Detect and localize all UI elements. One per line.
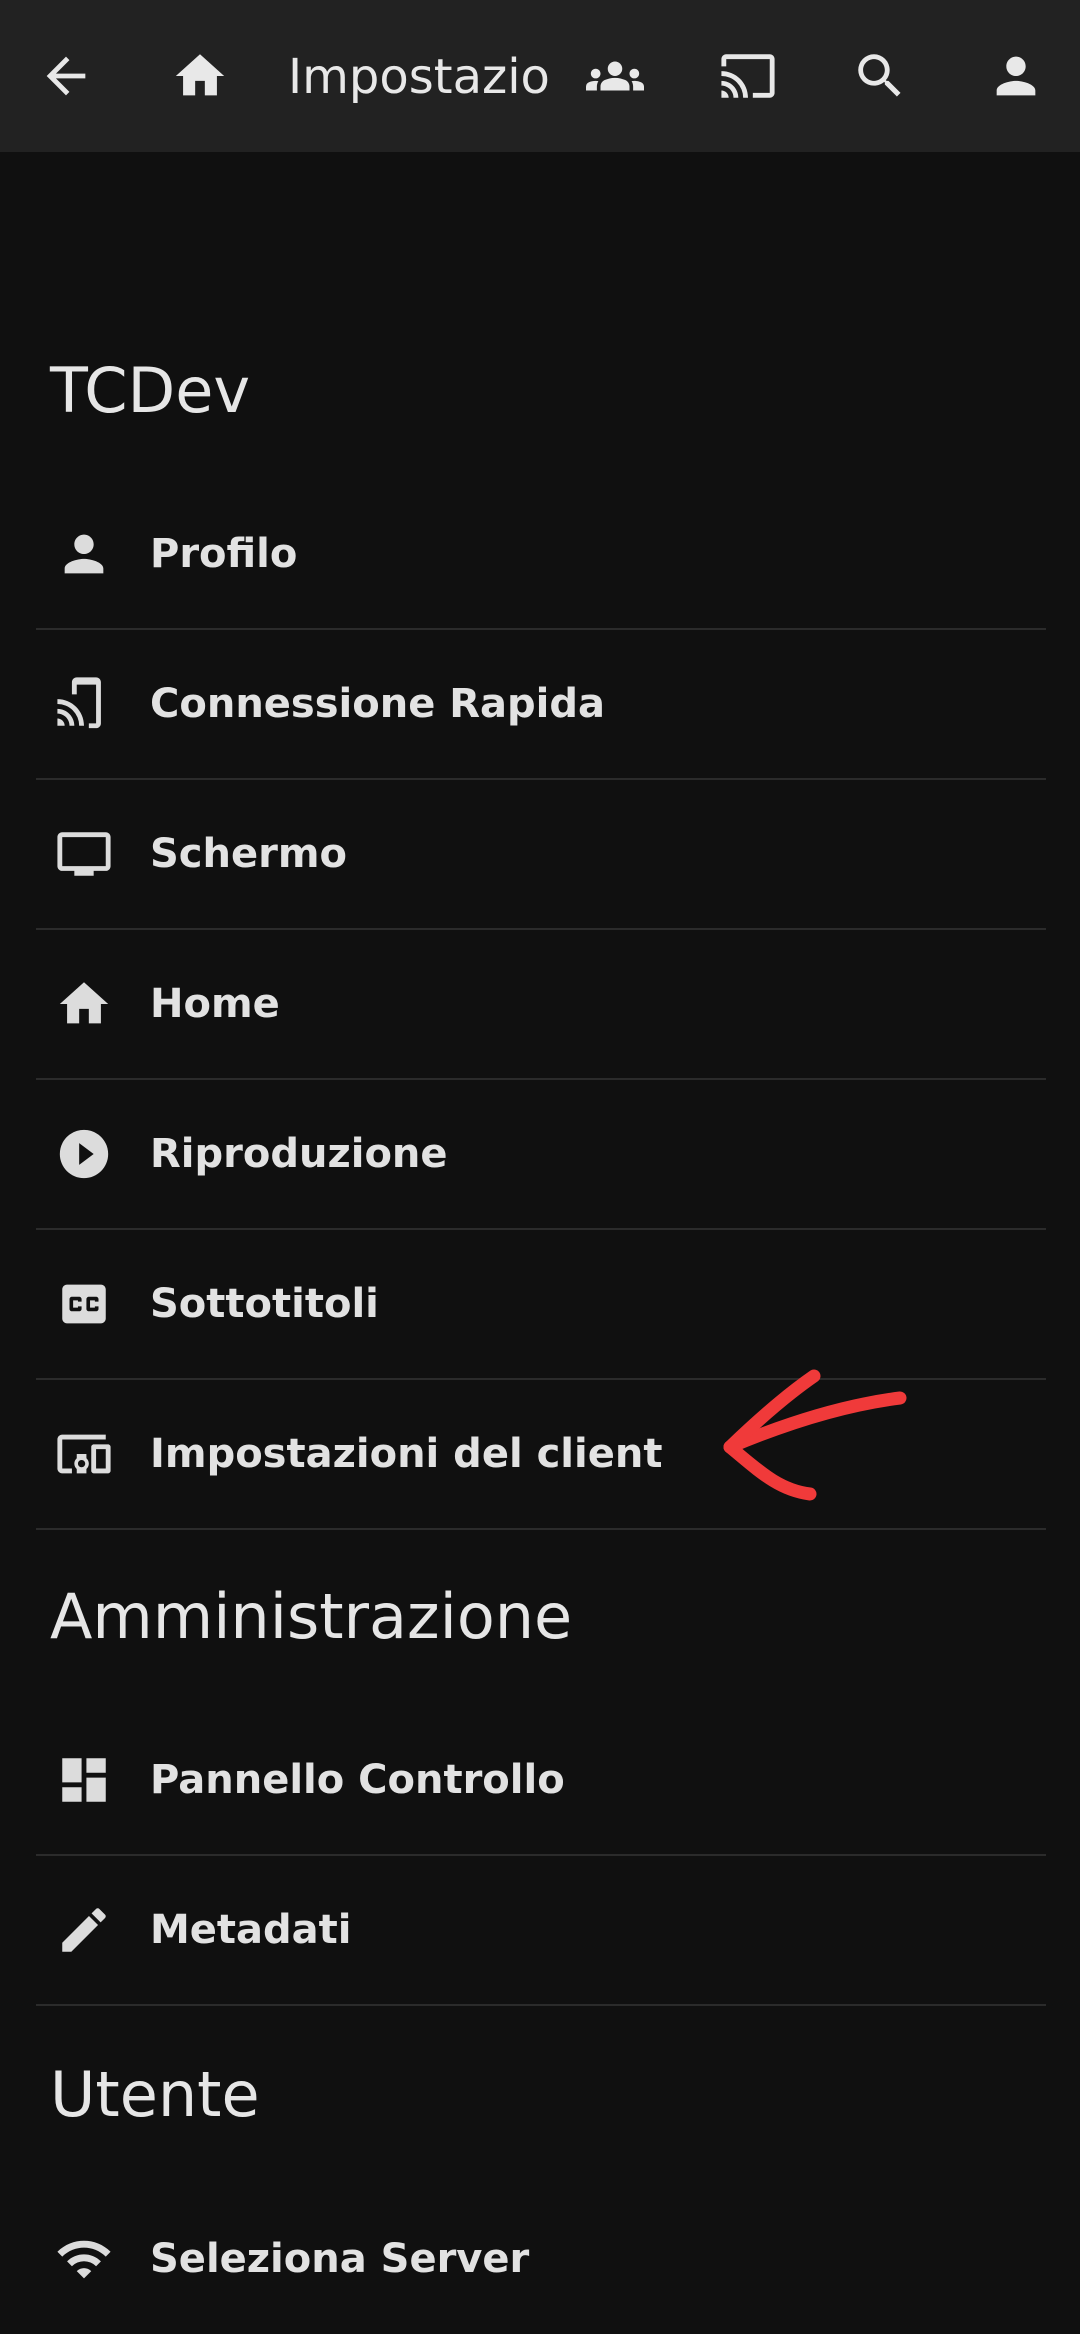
menu-item-label: Profilo xyxy=(150,531,298,577)
syncplay-button[interactable] xyxy=(565,26,665,126)
person-icon xyxy=(36,506,132,602)
play-circle-icon xyxy=(36,1106,132,1202)
menu-item-label: Riproduzione xyxy=(150,1131,448,1177)
home-icon xyxy=(36,956,132,1052)
back-button[interactable] xyxy=(16,26,116,126)
menu-item-label: Sottotitoli xyxy=(150,1281,379,1327)
user-menu-button[interactable] xyxy=(966,26,1066,126)
back-arrow-icon xyxy=(46,56,86,96)
edit-icon xyxy=(36,1882,132,1978)
cast-connect-icon xyxy=(36,656,132,752)
menu-item-subtitles[interactable]: Sottotitoli xyxy=(36,1230,1046,1380)
menu-item-label: Metadati xyxy=(150,1907,352,1953)
section-title-admin: Amministrazione xyxy=(50,1580,573,1653)
menu-item-playback[interactable]: Riproduzione xyxy=(36,1080,1046,1230)
menu-item-quick-connect[interactable]: Connessione Rapida xyxy=(36,630,1046,780)
devices-icon xyxy=(36,1406,132,1502)
top-app-bar: Impostazioni xyxy=(0,0,1080,152)
wifi-icon xyxy=(36,2211,132,2307)
menu-item-dashboard[interactable]: Pannello Controllo xyxy=(36,1706,1046,1856)
annotation-arrow-icon xyxy=(723,1369,907,1501)
menu-item-select-server[interactable]: Seleziona Server xyxy=(36,2184,1046,2334)
menu-item-home[interactable]: Home xyxy=(36,930,1046,1080)
menu-item-label: Schermo xyxy=(150,831,348,877)
section-title-account: Utente xyxy=(50,2058,260,2131)
menu-item-label: Impostazioni del client xyxy=(150,1431,663,1477)
menu-item-label: Pannello Controllo xyxy=(150,1757,565,1803)
menu-item-label: Seleziona Server xyxy=(150,2236,530,2282)
account-icon xyxy=(996,56,1036,96)
monitor-icon xyxy=(36,806,132,902)
search-button[interactable] xyxy=(830,26,930,126)
menu-item-metadata[interactable]: Metadati xyxy=(36,1856,1046,2006)
cast-button[interactable] xyxy=(698,26,798,126)
menu-item-label: Home xyxy=(150,981,280,1027)
page-title: Impostazioni xyxy=(288,49,550,105)
menu-item-profile[interactable]: Profilo xyxy=(36,480,1046,630)
section-title-user: TCDev xyxy=(50,354,251,427)
menu-item-display[interactable]: Schermo xyxy=(36,780,1046,930)
home-icon xyxy=(175,54,225,96)
menu-item-label: Connessione Rapida xyxy=(150,681,606,727)
cast-icon xyxy=(721,54,775,98)
dashboard-icon xyxy=(36,1732,132,1828)
group-icon xyxy=(586,61,644,91)
search-icon xyxy=(858,54,901,97)
closed-caption-icon xyxy=(36,1256,132,1352)
home-button[interactable] xyxy=(150,26,250,126)
